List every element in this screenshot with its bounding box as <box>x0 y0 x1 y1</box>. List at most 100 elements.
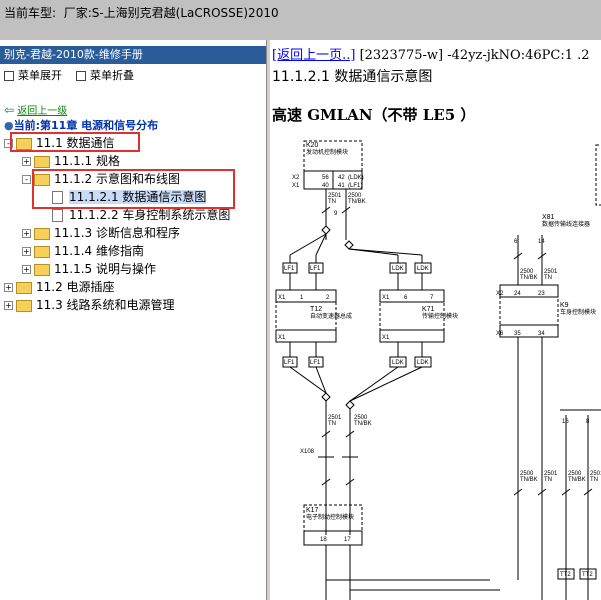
svg-text:6: 6 <box>404 295 408 301</box>
svg-text:LDK: LDK <box>417 360 429 366</box>
tree-item-data-comm-schematic[interactable]: 11.1.2.1 数据通信示意图 <box>52 188 207 206</box>
folder-icon <box>34 155 50 168</box>
tt2-label: TT2 <box>560 572 571 578</box>
wiring-diagram: K20 发动机控制模块 X2 X1 56 42 40 41 (LDK) (LF1… <box>275 140 601 600</box>
svg-text:1: 1 <box>300 295 304 301</box>
svg-text:X2: X2 <box>496 291 504 297</box>
x108-label: X108 <box>300 449 315 455</box>
folder-icon <box>16 137 32 150</box>
svg-text:(LF1): (LF1) <box>348 183 362 189</box>
svg-text:TN/BK: TN/BK <box>568 477 586 483</box>
svg-text:数据传输线连接器: 数据传输线连接器 <box>542 220 590 228</box>
svg-text:7: 7 <box>430 295 434 301</box>
person-icon: ● <box>4 119 14 132</box>
expand-toggle-icon[interactable]: + <box>22 265 31 274</box>
tree-item-body-control-schematic[interactable]: 11.1.2.2 车身控制系统示意图 <box>52 206 230 224</box>
collapse-all-button[interactable]: 菜单折叠 <box>76 68 134 84</box>
back-up-link[interactable]: 返回上一级 <box>17 106 67 117</box>
folder-icon <box>34 245 50 258</box>
doc-code: [2323775-w] -42yz-jkNO:46PC:1 .2 <box>359 48 590 63</box>
collapse-toggle-icon[interactable]: - <box>22 175 31 184</box>
back-up-level[interactable]: ⇦ 返回上一级 <box>4 102 67 117</box>
svg-text:TN/BK: TN/BK <box>520 477 538 483</box>
expand-toggle-icon[interactable]: + <box>22 247 31 256</box>
expand-toggle-icon[interactable]: + <box>22 157 31 166</box>
tree-item-schematics[interactable]: -11.1.2 示意图和布线图 <box>22 170 180 188</box>
svg-text:X1: X1 <box>382 295 390 301</box>
svg-text:TN/BK: TN/BK <box>348 199 366 205</box>
window-title-bar: 当前车型: 厂家:S-上海别克君越(LaCROSSE)2010 <box>0 0 601 40</box>
svg-text:8: 8 <box>586 419 590 425</box>
expand-icon <box>4 71 14 81</box>
ldk-label: LDK <box>392 266 404 272</box>
k20-desc: 发动机控制模块 <box>306 148 348 156</box>
tree-item-specs[interactable]: +11.1.1 规格 <box>22 152 120 170</box>
svg-text:16: 16 <box>562 419 569 425</box>
doc-link-line: [返回上一页..] [2323775-w] -42yz-jkNO:46PC:1 … <box>272 44 590 63</box>
doc-title: 11.1.2.1 数据通信示意图 <box>272 69 433 85</box>
tree-item-data-communication[interactable]: -11.1 数据通信 <box>4 134 115 152</box>
folder-icon <box>34 227 50 240</box>
svg-text:14: 14 <box>538 239 545 245</box>
svg-text:6: 6 <box>514 239 518 245</box>
x81-label: X81 <box>542 214 555 221</box>
svg-text:9: 9 <box>334 211 338 217</box>
expand-toggle-icon[interactable]: + <box>4 301 13 310</box>
svg-text:LF1: LF1 <box>310 360 321 366</box>
svg-text:X6: X6 <box>496 331 504 337</box>
svg-text:车身控制模块: 车身控制模块 <box>560 308 596 316</box>
tree-toolbar: 菜单展开 菜单折叠 <box>0 68 266 84</box>
svg-text:TN: TN <box>590 477 598 483</box>
svg-text:X1: X1 <box>278 295 286 301</box>
svg-text:41: 41 <box>338 183 345 189</box>
svg-text:TN/BK: TN/BK <box>520 275 538 281</box>
lf1-label: LF1 <box>284 266 295 272</box>
k20-label: K20 <box>306 142 319 149</box>
svg-text:35: 35 <box>514 331 521 337</box>
svg-text:17: 17 <box>344 537 351 543</box>
navigation-panel: 别克-君越-2010款-维修手册 菜单展开 菜单折叠 ⇦ 返回上一级 ●当前:第… <box>0 40 267 600</box>
svg-text:23: 23 <box>538 291 545 297</box>
svg-text:LDK: LDK <box>417 266 429 272</box>
svg-text:TN: TN <box>328 199 336 205</box>
svg-text:传输控制模块: 传输控制模块 <box>422 312 458 320</box>
content-panel: [返回上一页..] [2323775-w] -42yz-jkNO:46PC:1 … <box>270 40 601 600</box>
tree-item-wiring-power-mgmt[interactable]: +11.3 线路系统和电源管理 <box>4 296 175 314</box>
svg-text:X1: X1 <box>292 183 300 189</box>
document-icon <box>52 191 63 204</box>
svg-text:LDK: LDK <box>392 360 404 366</box>
svg-text:TT2: TT2 <box>582 572 593 578</box>
back-arrow-icon: ⇦ <box>4 103 15 117</box>
collapse-icon <box>76 71 86 81</box>
svg-text:X2: X2 <box>292 175 300 181</box>
tree-item-description-operation[interactable]: +11.1.5 说明与操作 <box>22 260 156 278</box>
svg-text:LF1: LF1 <box>310 266 321 272</box>
manual-header: 别克-君越-2010款-维修手册 <box>0 46 266 64</box>
current-chapter: ●当前:第11章 电源和信号分布 <box>4 119 159 132</box>
svg-text:40: 40 <box>322 183 329 189</box>
svg-text:56: 56 <box>322 175 329 181</box>
back-page-link[interactable]: [返回上一页..] <box>272 48 355 63</box>
tree-item-repair-guide[interactable]: +11.1.4 维修指南 <box>22 242 144 260</box>
svg-text:TN: TN <box>544 275 552 281</box>
doc-subtitle: 高速 GMLAN（不带 LE5 ） <box>272 106 476 124</box>
folder-icon <box>16 299 32 312</box>
svg-text:LF1: LF1 <box>284 360 295 366</box>
expand-toggle-icon[interactable]: + <box>22 229 31 238</box>
svg-text:42: 42 <box>338 175 345 181</box>
expand-all-button[interactable]: 菜单展开 <box>4 68 62 84</box>
svg-text:24: 24 <box>514 291 521 297</box>
tree-item-power-outlets[interactable]: +11.2 电源插座 <box>4 278 115 296</box>
svg-text:18: 18 <box>320 537 327 543</box>
collapse-toggle-icon[interactable]: - <box>4 139 13 148</box>
svg-text:(LDK): (LDK) <box>348 175 364 181</box>
expand-toggle-icon[interactable]: + <box>4 283 13 292</box>
svg-text:X1: X1 <box>278 335 286 341</box>
svg-text:TN: TN <box>544 477 552 483</box>
svg-text:2: 2 <box>326 295 330 301</box>
svg-text:X1: X1 <box>382 335 390 341</box>
svg-text:电子制动控制模块: 电子制动控制模块 <box>306 513 354 521</box>
svg-text:34: 34 <box>538 331 545 337</box>
svg-text:TN: TN <box>328 421 336 427</box>
tree-item-diagnostics[interactable]: +11.1.3 诊断信息和程序 <box>22 224 180 242</box>
